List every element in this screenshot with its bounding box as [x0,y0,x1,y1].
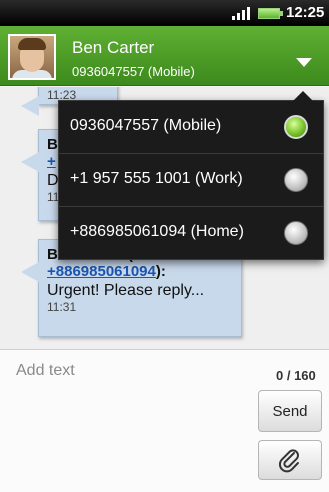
phone-option-work[interactable]: +1 957 555 1001 (Work) [59,154,323,207]
radio-selected-icon[interactable] [284,115,308,139]
message-sender-suffix: ): [155,263,166,280]
message-composer: Add text 0 / 160 Send [0,349,329,492]
chevron-down-icon[interactable] [296,58,312,67]
status-time: 12:25 [286,4,325,21]
contact-name: Ben Carter [72,38,155,57]
phone-option-home[interactable]: +886985061094 (Home) [59,207,323,260]
contact-number: 0936047557 (Mobile) [72,64,195,79]
phone-option-label: +1 957 555 1001 (Work) [70,170,243,187]
message-time: 11:31 [47,300,77,314]
attach-button[interactable] [258,440,322,480]
battery-icon [258,8,283,19]
send-button[interactable]: Send [258,390,322,432]
phone-number-menu[interactable]: 0936047557 (Mobile) +1 957 555 1001 (Wor… [58,91,324,260]
message-sender-number[interactable]: +886985061094 [47,263,156,280]
phone-option-label: +886985061094 (Home) [70,223,244,240]
contact-avatar[interactable] [8,34,56,80]
paperclip-icon [279,449,299,473]
status-bar: 12:25 [0,0,329,26]
signal-bars-icon [232,6,252,20]
contact-header[interactable]: Ben Carter 0936047557 (Mobile) [0,26,329,86]
message-sender-line: +886985061094): [47,263,233,280]
phone-option-mobile[interactable]: 0936047557 (Mobile) [59,101,323,154]
radio-unselected-icon[interactable] [284,168,308,192]
character-counter: 0 / 160 [276,368,316,383]
message-text: Urgent! Please reply... [47,282,205,299]
phone-option-label: 0936047557 (Mobile) [70,117,222,134]
radio-unselected-icon[interactable] [284,221,308,245]
message-input[interactable]: Add text [16,362,75,380]
